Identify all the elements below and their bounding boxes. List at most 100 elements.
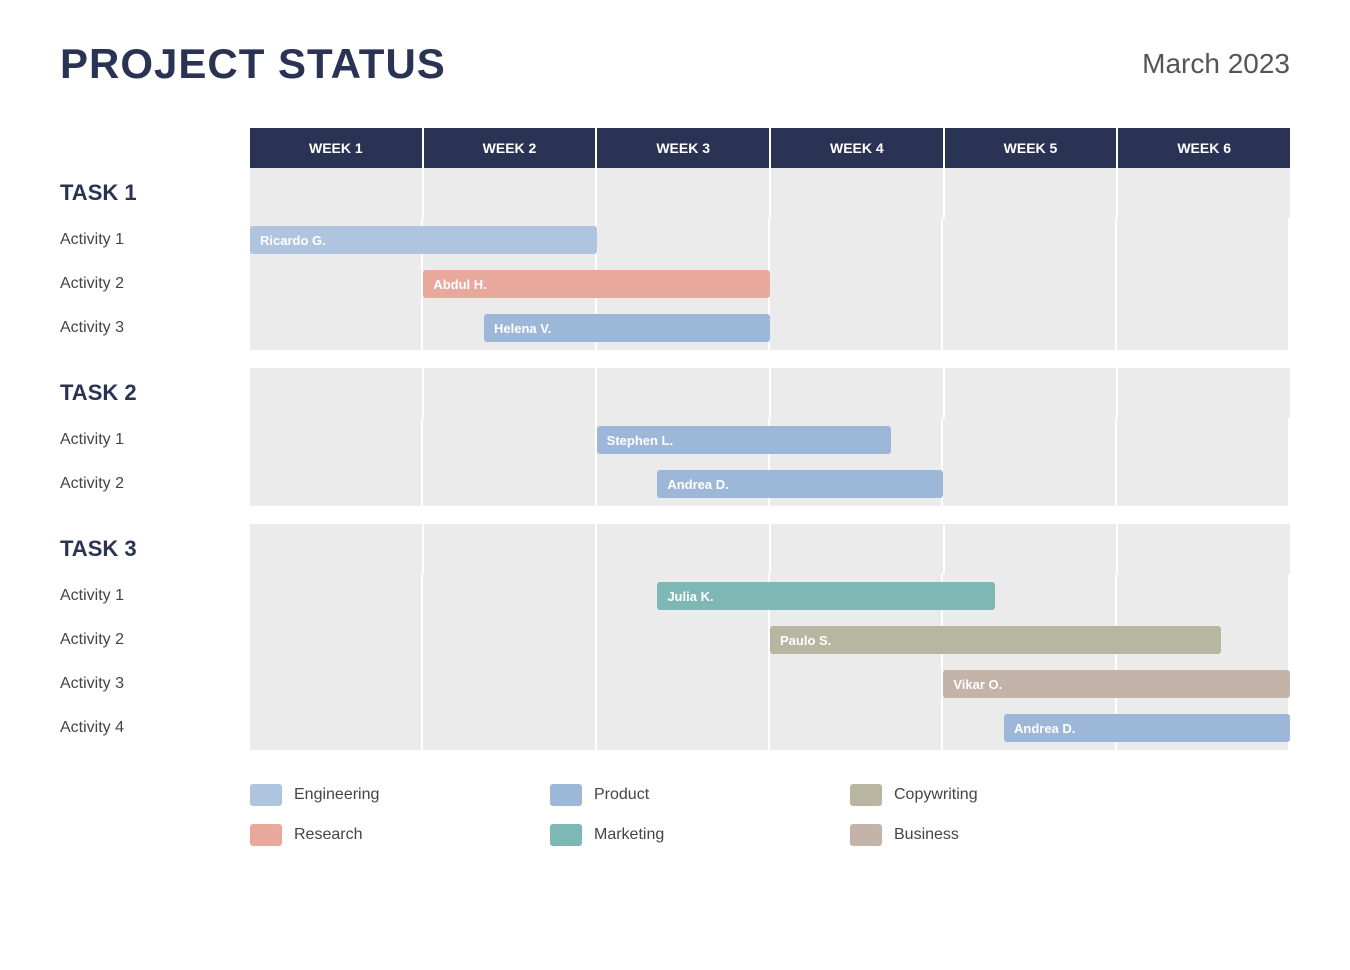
task-cell-1-w3 xyxy=(597,168,771,218)
task-cell-3-w2 xyxy=(424,524,598,574)
activity-cells-t2-a1: Stephen L. xyxy=(250,418,1290,462)
activity-cells-t3-a4: Andrea D. xyxy=(250,706,1290,750)
task-cell-1-w6 xyxy=(1118,168,1290,218)
activity-label-t3-a4: Activity 4 xyxy=(60,719,250,737)
activity-row-t2-a2: Activity 2 Andrea D. xyxy=(60,462,1290,506)
activity-cell-t1-a2-w4 xyxy=(770,262,943,306)
gantt-bar-t3-a2-b1: Paulo S. xyxy=(770,626,1221,654)
activity-cell-t2-a2-w2 xyxy=(423,462,596,506)
activity-label-t1-a3: Activity 3 xyxy=(60,319,250,337)
legend-item-business: Business xyxy=(850,820,1150,850)
legend-item-engineering: Engineering xyxy=(250,780,550,810)
task-cell-1-w1 xyxy=(250,168,424,218)
activity-row-t3-a1: Activity 1 Julia K. xyxy=(60,574,1290,618)
activity-cell-t1-a1-w6 xyxy=(1117,218,1290,262)
task-label-3: TASK 3 xyxy=(60,536,250,562)
activity-cell-t3-a3-w2 xyxy=(423,662,596,706)
activity-cell-t1-a2-w5 xyxy=(943,262,1116,306)
legend-swatch-engineering xyxy=(250,784,282,806)
activity-cell-t3-a2-w3 xyxy=(597,618,770,662)
gantt-bar-t3-a3-b1: Vikar O. xyxy=(943,670,1290,698)
week-header-5: WEEK 5 xyxy=(945,128,1119,168)
task-cells-2 xyxy=(250,368,1290,418)
activity-label-t1-a1: Activity 1 xyxy=(60,231,250,249)
task-cell-2-w4 xyxy=(771,368,945,418)
task-cell-2-w2 xyxy=(424,368,598,418)
page-header: PROJECT STATUS March 2023 xyxy=(60,40,1290,88)
legend-label-product: Product xyxy=(594,786,649,804)
activity-cell-t1-a1-w3 xyxy=(597,218,770,262)
activity-cell-t2-a1-w6 xyxy=(1117,418,1290,462)
task-cell-3-w1 xyxy=(250,524,424,574)
legend-item-marketing: Marketing xyxy=(550,820,850,850)
activity-cells-t1-a3: Helena V. xyxy=(250,306,1290,350)
gantt-bar-t1-a3-b1: Helena V. xyxy=(484,314,770,342)
gantt-header-row: WEEK 1WEEK 2WEEK 3WEEK 4WEEK 5WEEK 6 xyxy=(250,128,1290,168)
month-label: March 2023 xyxy=(1142,48,1290,80)
activity-cell-t3-a3-w3 xyxy=(597,662,770,706)
gantt-bar-t2-a1-b1: Stephen L. xyxy=(597,426,892,454)
task-cell-2-w5 xyxy=(945,368,1119,418)
activity-cell-t3-a2-w2 xyxy=(423,618,596,662)
activity-cells-t2-a2: Andrea D. xyxy=(250,462,1290,506)
task-cell-2-w6 xyxy=(1118,368,1290,418)
activity-label-t3-a1: Activity 1 xyxy=(60,587,250,605)
legend-swatch-marketing xyxy=(550,824,582,846)
page-title: PROJECT STATUS xyxy=(60,40,446,88)
task-label-2: TASK 2 xyxy=(60,380,250,406)
gantt-bar-t2-a2-b1: Andrea D. xyxy=(657,470,943,498)
activity-cell-t3-a3-w4 xyxy=(770,662,943,706)
task-cell-2-w3 xyxy=(597,368,771,418)
legend-swatch-copywriting xyxy=(850,784,882,806)
activity-cells-t3-a1: Julia K. xyxy=(250,574,1290,618)
activity-label-t3-a3: Activity 3 xyxy=(60,675,250,693)
task-cell-1-w5 xyxy=(945,168,1119,218)
legend-label-engineering: Engineering xyxy=(294,786,379,804)
task-cell-2-w1 xyxy=(250,368,424,418)
week-header-6: WEEK 6 xyxy=(1118,128,1290,168)
legend-label-research: Research xyxy=(294,826,362,844)
activity-label-t2-a2: Activity 2 xyxy=(60,475,250,493)
legend-swatch-product xyxy=(550,784,582,806)
gantt-bar-t1-a2-b1: Abdul H. xyxy=(423,270,770,298)
activity-cell-t1-a3-w5 xyxy=(943,306,1116,350)
gantt-chart: WEEK 1WEEK 2WEEK 3WEEK 4WEEK 5WEEK 6TASK… xyxy=(60,128,1290,750)
gantt-bar-t3-a1-b1: Julia K. xyxy=(657,582,995,610)
activity-cells-t1-a2: Abdul H. xyxy=(250,262,1290,306)
task-label-1: TASK 1 xyxy=(60,180,250,206)
activity-cell-t3-a1-w6 xyxy=(1117,574,1290,618)
activity-row-t1-a1: Activity 1Ricardo G. xyxy=(60,218,1290,262)
week-header-3: WEEK 3 xyxy=(597,128,771,168)
activity-row-t3-a2: Activity 2 Paulo S. xyxy=(60,618,1290,662)
legend-swatch-business xyxy=(850,824,882,846)
activity-cell-t1-a3-w4 xyxy=(770,306,943,350)
task-cells-1 xyxy=(250,168,1290,218)
activity-cell-t3-a4-w3 xyxy=(597,706,770,750)
task-cell-3-w4 xyxy=(771,524,945,574)
activity-cell-t2-a1-w2 xyxy=(423,418,596,462)
activity-cell-t1-a3-w6 xyxy=(1117,306,1290,350)
activity-cell-t1-a1-w5 xyxy=(943,218,1116,262)
activity-cells-t3-a3: Vikar O. xyxy=(250,662,1290,706)
activity-cell-t3-a1-w1 xyxy=(250,574,423,618)
week-header-1: WEEK 1 xyxy=(250,128,424,168)
activity-cell-t3-a3-w1 xyxy=(250,662,423,706)
activity-label-t3-a2: Activity 2 xyxy=(60,631,250,649)
activity-cell-t2-a2-w6 xyxy=(1117,462,1290,506)
activity-cell-t2-a2-w1 xyxy=(250,462,423,506)
task-cell-3-w3 xyxy=(597,524,771,574)
activity-cell-t2-a1-w5 xyxy=(943,418,1116,462)
activity-row-t3-a4: Activity 4 Andrea D. xyxy=(60,706,1290,750)
task-label-row-1: TASK 1 xyxy=(60,168,1290,218)
legend-item-product: Product xyxy=(550,780,850,810)
legend: Engineering Product Copywriting Research Mar… xyxy=(250,780,1150,850)
section-spacer xyxy=(60,506,1290,524)
task-cell-1-w4 xyxy=(771,168,945,218)
activity-label-t1-a2: Activity 2 xyxy=(60,275,250,293)
activity-cell-t3-a4-w1 xyxy=(250,706,423,750)
activity-row-t1-a2: Activity 2 Abdul H. xyxy=(60,262,1290,306)
legend-label-copywriting: Copywriting xyxy=(894,786,978,804)
gantt-bar-t3-a4-b1: Andrea D. xyxy=(1004,714,1290,742)
task-cells-3 xyxy=(250,524,1290,574)
legend-label-marketing: Marketing xyxy=(594,826,664,844)
